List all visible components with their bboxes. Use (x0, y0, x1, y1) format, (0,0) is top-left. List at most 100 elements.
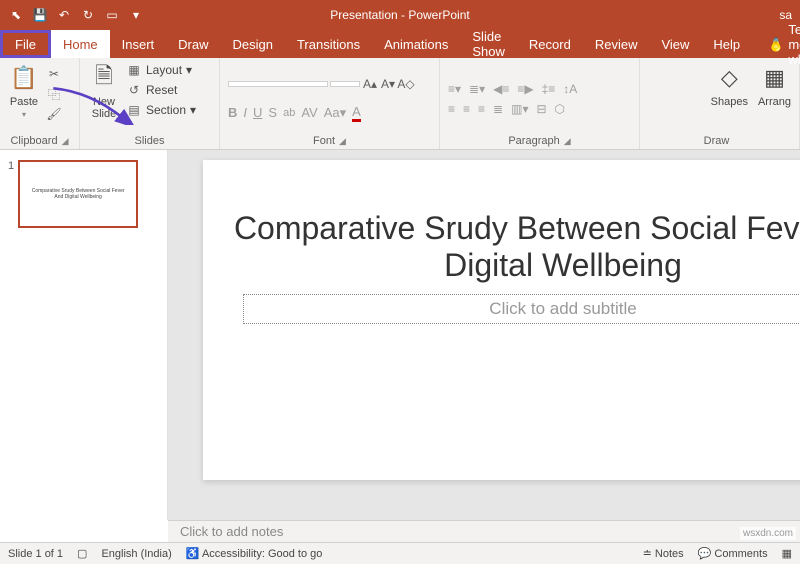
columns-button[interactable]: ▥▾ (511, 102, 528, 116)
slide-counter[interactable]: Slide 1 of 1 (8, 548, 63, 560)
normal-view-icon[interactable]: ▦ (782, 547, 792, 560)
arrange-button[interactable]: ▦ Arrang (758, 62, 791, 108)
comments-toggle[interactable]: 💬 Comments (698, 547, 768, 560)
paste-label: Paste (10, 96, 38, 108)
tell-me-label: Tell me what (788, 22, 800, 67)
font-dialog-launcher[interactable]: ◢ (339, 136, 346, 147)
notes-placeholder: Click to add notes (180, 524, 283, 539)
decrease-indent-button[interactable]: ◀≡ (493, 82, 509, 96)
paste-button[interactable]: 📋 Paste ▾ (8, 62, 40, 119)
slide-title-text[interactable]: Comparative Srudy Between Social Fever A… (203, 210, 800, 284)
section-button[interactable]: ▤Section ▾ (126, 102, 196, 118)
tab-review[interactable]: Review (583, 30, 650, 58)
notes-pane[interactable]: Click to add notes (168, 520, 800, 542)
user-name[interactable]: sa (779, 8, 792, 22)
save-icon[interactable]: 💾 (32, 7, 48, 23)
spell-check-icon[interactable]: ▢ (77, 547, 87, 560)
arrange-label: Arrang (758, 96, 791, 108)
font-color-button[interactable]: A (352, 104, 361, 122)
lightbulb-icon: 💡 (768, 36, 784, 52)
new-slide-button[interactable]: 🗎 New Slide (88, 62, 120, 120)
group-paragraph: ≡▾ ≣▾ ◀≡ ≡▶ ‡≡ ↕A ≡ ≡ ≡ ≣ ▥▾ ⊟ ⬡ Paragra… (440, 58, 640, 149)
line-spacing-button[interactable]: ‡≡ (542, 82, 556, 96)
slide-thumbnail-1[interactable]: 1 Comparative Srudy Between Social Fever… (8, 160, 159, 228)
redo-icon[interactable]: ↻ (80, 7, 96, 23)
paragraph-dialog-launcher[interactable]: ◢ (564, 136, 571, 147)
reset-label: Reset (146, 83, 177, 97)
character-spacing-button[interactable]: AV (301, 105, 317, 120)
status-bar: Slide 1 of 1 ▢ English (India) ♿ Accessi… (0, 542, 800, 564)
subtitle-placeholder[interactable]: Click to add subtitle (243, 294, 800, 324)
tab-home[interactable]: Home (51, 30, 110, 58)
shapes-label: Shapes (711, 96, 748, 108)
tab-file[interactable]: File (0, 30, 51, 58)
format-painter-icon[interactable]: 🖌 (46, 106, 62, 122)
thumbnail-pane[interactable]: 1 Comparative Srudy Between Social Fever… (0, 150, 168, 520)
clipboard-group-label: Clipboard (10, 135, 57, 147)
shapes-icon: ◇ (713, 62, 745, 94)
copy-icon[interactable]: ⿻ (46, 86, 62, 102)
tab-transitions[interactable]: Transitions (285, 30, 372, 58)
layout-button[interactable]: ▦Layout ▾ (126, 62, 196, 78)
undo-icon[interactable]: ↶ (56, 7, 72, 23)
align-text-button[interactable]: ⊟ (536, 102, 546, 116)
group-drawing: ◇ Shapes ▦ Arrang Draw (640, 58, 800, 149)
bold-button[interactable]: B (228, 105, 237, 120)
font-size-combo[interactable] (330, 81, 360, 87)
increase-font-icon[interactable]: A▴ (362, 76, 378, 92)
clear-formatting-icon[interactable]: A◇ (398, 76, 414, 92)
tab-view[interactable]: View (649, 30, 701, 58)
shadow-button[interactable]: ab (283, 107, 295, 119)
align-center-button[interactable]: ≡ (463, 102, 470, 116)
group-clipboard: 📋 Paste ▾ ✂ ⿻ 🖌 Clipboard ◢ (0, 58, 80, 149)
new-slide-label: New Slide (92, 96, 116, 120)
text-direction-button[interactable]: ↕A (563, 82, 577, 96)
tab-help[interactable]: Help (701, 30, 752, 58)
tab-design[interactable]: Design (221, 30, 285, 58)
justify-button[interactable]: ≣ (493, 102, 503, 116)
reset-button[interactable]: ↺Reset (126, 82, 196, 98)
qat-dropdown-icon[interactable]: ▾ (128, 7, 144, 23)
section-icon: ▤ (126, 102, 142, 118)
italic-button[interactable]: I (243, 105, 247, 120)
language-status[interactable]: English (India) (101, 548, 171, 560)
change-case-button[interactable]: Aa▾ (324, 105, 346, 121)
paragraph-group-label: Paragraph (508, 135, 559, 147)
cut-icon[interactable]: ✂ (46, 66, 62, 82)
underline-button[interactable]: U (253, 105, 262, 120)
window-title: Presentation - PowerPoint (330, 8, 469, 22)
section-label: Section (146, 103, 186, 117)
watermark: wsxdn.com (740, 527, 796, 540)
quick-access-toolbar: ⬉ 💾 ↶ ↻ ▭ ▾ (0, 7, 144, 23)
ribbon-tabs: File Home Insert Draw Design Transitions… (0, 30, 800, 58)
start-slideshow-icon[interactable]: ▭ (104, 7, 120, 23)
group-slides: 🗎 New Slide ▦Layout ▾ ↺Reset ▤Section ▾ … (80, 58, 220, 149)
align-right-button[interactable]: ≡ (478, 102, 485, 116)
notes-toggle[interactable]: ≐ Notes (643, 547, 684, 560)
smartart-button[interactable]: ⬡ (555, 102, 565, 116)
thumbnail-preview[interactable]: Comparative Srudy Between Social Fever A… (18, 160, 138, 228)
align-left-button[interactable]: ≡ (448, 102, 455, 116)
tab-draw[interactable]: Draw (166, 30, 220, 58)
tab-insert[interactable]: Insert (110, 30, 167, 58)
slides-group-label: Slides (135, 135, 165, 147)
tell-me-search[interactable]: 💡Tell me what (756, 30, 800, 58)
title-bar: ⬉ 💾 ↶ ↻ ▭ ▾ Presentation - PowerPoint sa (0, 0, 800, 30)
slide-editor-area[interactable]: Comparative Srudy Between Social Fever A… (168, 150, 800, 520)
clipboard-dialog-launcher[interactable]: ◢ (62, 136, 69, 147)
slide-canvas[interactable]: Comparative Srudy Between Social Fever A… (203, 160, 800, 480)
tab-record[interactable]: Record (517, 30, 583, 58)
tab-animations[interactable]: Animations (372, 30, 460, 58)
numbering-button[interactable]: ≣▾ (469, 82, 485, 96)
bullets-button[interactable]: ≡▾ (448, 82, 461, 96)
tab-slide-show[interactable]: Slide Show (460, 30, 517, 58)
increase-indent-button[interactable]: ≡▶ (517, 82, 533, 96)
font-family-combo[interactable] (228, 81, 328, 87)
shapes-button[interactable]: ◇ Shapes (711, 62, 748, 108)
clipboard-icon: 📋 (8, 62, 40, 94)
group-font: A▴ A▾ A◇ B I U S ab AV Aa▾ A Font◢ (220, 58, 440, 149)
decrease-font-icon[interactable]: A▾ (380, 76, 396, 92)
workspace: 1 Comparative Srudy Between Social Fever… (0, 150, 800, 520)
accessibility-status[interactable]: ♿ Accessibility: Good to go (186, 547, 323, 560)
strikethrough-button[interactable]: S (268, 105, 277, 120)
